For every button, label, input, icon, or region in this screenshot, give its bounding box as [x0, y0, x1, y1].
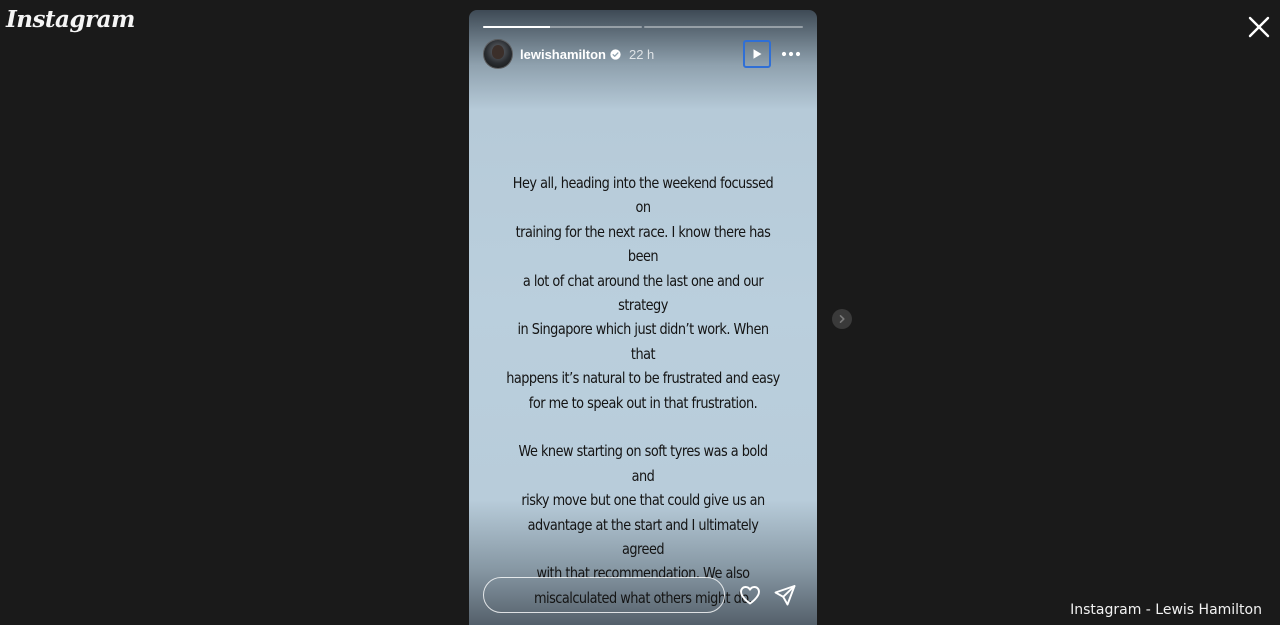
heart-icon [740, 586, 760, 605]
instagram-logo[interactable]: Instagram [6, 4, 135, 36]
more-horizontal-icon [781, 51, 801, 57]
play-button[interactable] [743, 40, 771, 68]
post-time: 22 h [628, 46, 655, 62]
progress-fill [483, 26, 550, 28]
send-icon [774, 585, 796, 606]
verified-badge-icon [610, 48, 621, 60]
next-story-button[interactable] [832, 309, 852, 329]
story-viewer: Instagram lewishamilton 22 h Hey all, he… [0, 0, 1280, 625]
avatar[interactable] [483, 39, 513, 69]
progress-segment [483, 26, 642, 28]
like-button[interactable] [738, 583, 762, 607]
more-options-button[interactable] [779, 42, 803, 66]
close-button[interactable] [1246, 14, 1272, 40]
story-text: Hey all, heading into the weekend focuss… [505, 171, 780, 610]
story-card[interactable]: lewishamilton 22 h Hey all, heading into… [469, 10, 817, 625]
progress-segment [644, 26, 803, 28]
story-header: lewishamilton 22 h [483, 39, 803, 69]
image-caption: Instagram - Lewis Hamilton [1070, 602, 1262, 618]
username-link[interactable]: lewishamilton [520, 47, 606, 62]
chevron-right-icon [839, 314, 845, 323]
reply-bar [483, 576, 803, 614]
share-button[interactable] [773, 583, 797, 607]
story-paragraph: Hey all, heading into the weekend focuss… [506, 174, 780, 412]
close-icon [1248, 16, 1270, 38]
play-icon [753, 49, 762, 59]
reply-input[interactable] [483, 577, 725, 613]
story-progress [483, 26, 803, 28]
